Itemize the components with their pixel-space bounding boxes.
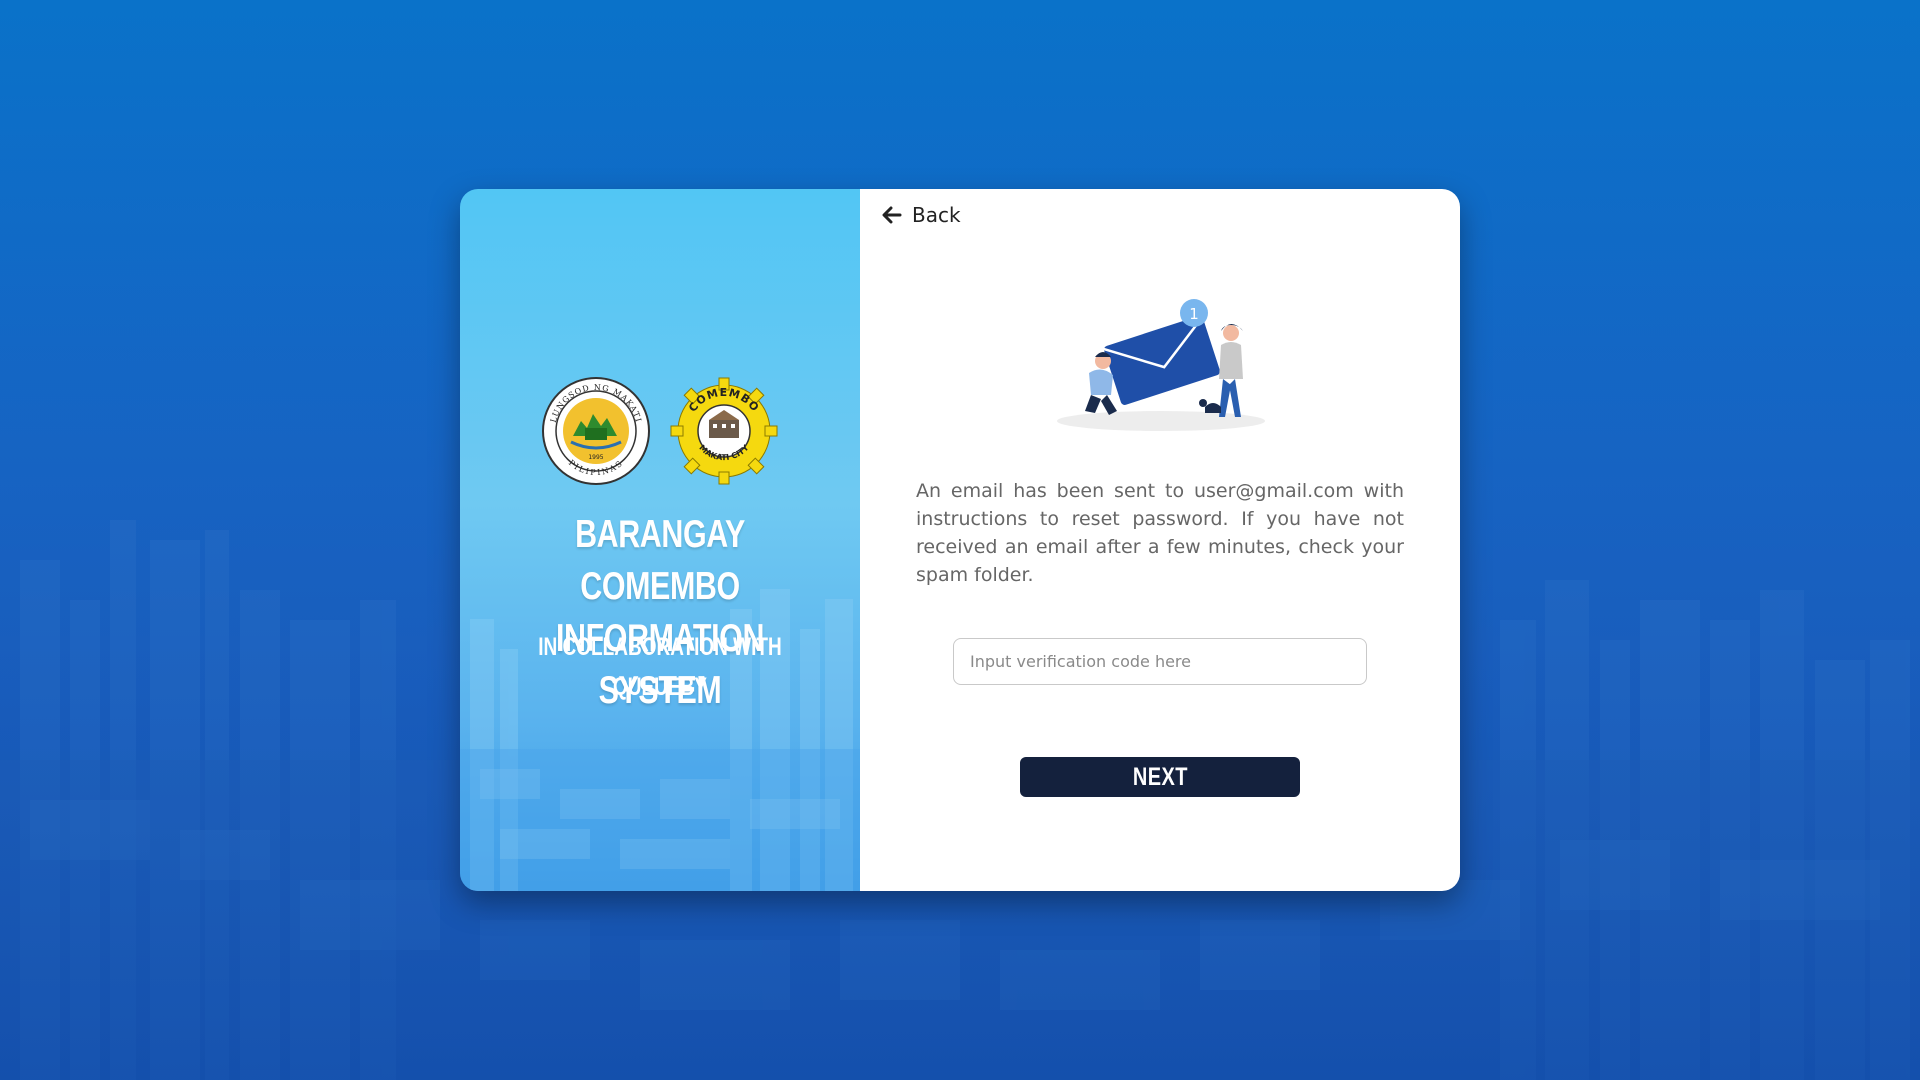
verification-panel: Back 1 An email has been sent to user@gm… (860, 189, 1460, 891)
arrow-left-icon (882, 206, 902, 224)
next-button-label: NEXT (1132, 762, 1188, 791)
system-title-line-1: BARANGAY COMEMBO (575, 513, 745, 608)
comembo-seal-icon: COMEMBO MAKATI CITY (670, 377, 778, 485)
makati-seal-icon: 1995 LUNGSOD NG MAKATI PILIPINAS (542, 377, 650, 485)
collaboration-subtitle-line-2: QUEUEBY (613, 673, 707, 701)
back-button[interactable]: Back (878, 199, 965, 231)
svg-text:1995: 1995 (588, 454, 603, 461)
back-label: Back (912, 203, 961, 227)
reset-password-card: 1995 LUNGSOD NG MAKATI PILIPINAS COMEMBO… (460, 189, 1460, 891)
reset-instructions-text: An email has been sent to user@gmail.com… (916, 480, 1404, 586)
collaboration-subtitle-line-1: IN COLLABORATION WITH (538, 633, 782, 661)
verification-code-input[interactable] (953, 638, 1367, 685)
next-button[interactable]: NEXT (1020, 757, 1300, 797)
logos-row: 1995 LUNGSOD NG MAKATI PILIPINAS COMEMBO… (460, 376, 860, 486)
page-background: 1995 LUNGSOD NG MAKATI PILIPINAS COMEMBO… (0, 0, 1920, 1080)
svg-text:1: 1 (1189, 305, 1199, 323)
collaboration-subtitle: IN COLLABORATION WITH QUEUEBY (508, 627, 812, 707)
email-sent-illustration: 1 (1057, 299, 1265, 431)
branding-panel: 1995 LUNGSOD NG MAKATI PILIPINAS COMEMBO… (460, 189, 860, 891)
